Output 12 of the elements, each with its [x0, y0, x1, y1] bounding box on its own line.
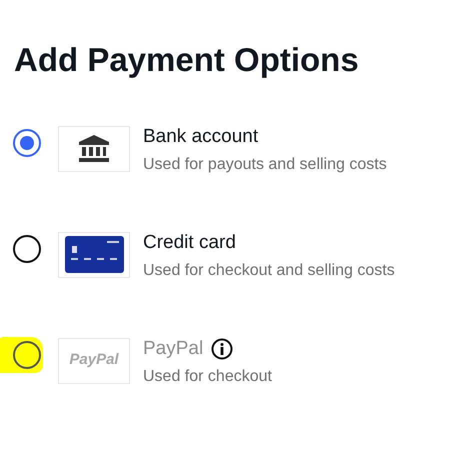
- credit-card-icon: [64, 236, 124, 274]
- option-label: Bank account: [143, 126, 258, 148]
- radio-button[interactable]: [13, 128, 41, 157]
- bank-icon: [78, 134, 110, 163]
- option-description: Used for checkout and selling costs: [143, 261, 395, 282]
- logo-text: PayPal: [69, 350, 119, 370]
- option-description: Used for checkout: [143, 367, 272, 388]
- option-label: PayPal: [143, 338, 204, 360]
- option-label: Credit card: [143, 232, 236, 254]
- option-description: Used for payouts and selling costs: [143, 155, 387, 176]
- radio-button[interactable]: [13, 234, 41, 263]
- page-title: Add Payment Options: [14, 40, 360, 80]
